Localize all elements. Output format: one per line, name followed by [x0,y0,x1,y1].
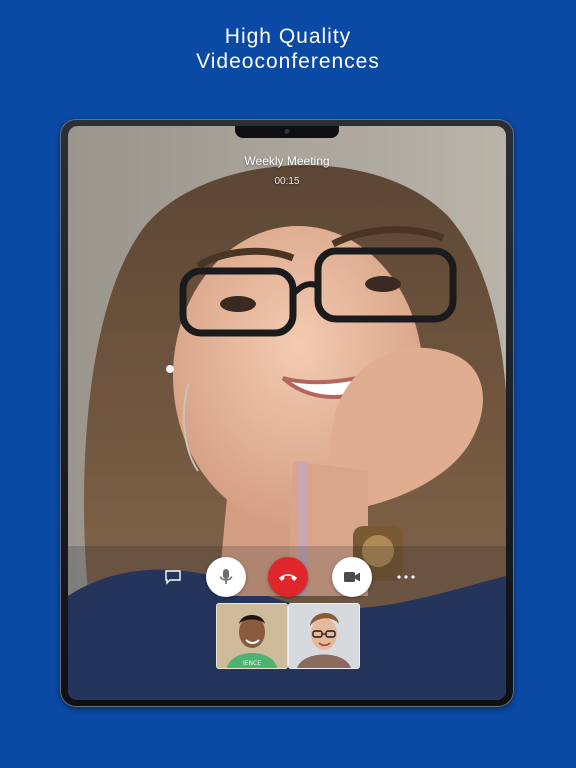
more-dots-icon [397,575,415,579]
headline-line-2: Videoconferences [196,50,380,73]
chat-button[interactable] [162,567,184,587]
phone-hangup-icon [279,574,297,581]
participant-2-avatar [289,604,359,668]
microphone-icon [219,569,233,584]
participant-thumbnail-2[interactable] [288,603,360,669]
participant-1-avatar: IENCE [217,604,287,668]
call-timer: 00:15 [274,176,300,187]
chat-bubble-icon [165,570,181,585]
headline: High Quality Videoconferences [0,24,576,74]
participant-1-shirt-text: IENCE [243,660,261,667]
video-toggle-button[interactable] [332,557,372,597]
meeting-title: Weekly Meeting [244,154,330,168]
more-options-button[interactable] [394,567,418,587]
end-call-button[interactable] [268,557,308,597]
tablet-device: Weekly Meeting 00:15 IENCE [60,119,514,707]
participant-thumbnail-1[interactable]: IENCE [216,603,288,669]
video-camera-icon [344,572,360,582]
video-call-screen: Weekly Meeting 00:15 IENCE [68,126,506,700]
mute-button[interactable] [206,557,246,597]
front-camera-icon [284,129,290,134]
camera-notch [235,126,339,138]
headline-line-1: High Quality [224,25,352,48]
call-controls [68,557,506,597]
